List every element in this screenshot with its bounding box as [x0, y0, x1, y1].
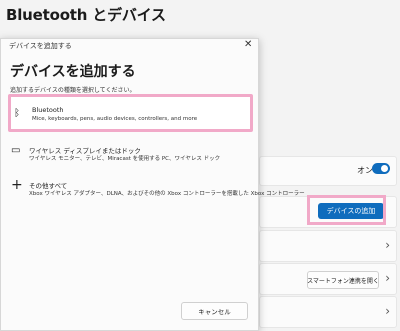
- page-title: Bluetooth とデバイス: [6, 6, 166, 24]
- chevron-right-icon: ›: [385, 304, 390, 318]
- bluetooth-toggle[interactable]: [372, 163, 390, 174]
- dialog-subtitle: 追加するデバイスの種類を選択してください。: [10, 87, 136, 94]
- open-phone-link-button[interactable]: スマートフォン連携を開く: [307, 271, 379, 289]
- option-description: Mice, keyboards, pens, audio devices, co…: [32, 116, 198, 122]
- dialog-titlebar: デバイスを追加する: [9, 42, 72, 50]
- phone-link-row: スマートフォン連携を開く ›: [259, 263, 397, 295]
- bluetooth-icon: ᛒ: [14, 108, 20, 119]
- add-device-highlight: [307, 195, 386, 225]
- option-bluetooth[interactable]: ᛒ Bluetooth Mice, keyboards, pens, audio…: [8, 94, 253, 132]
- cancel-button[interactable]: キャンセル: [181, 302, 248, 320]
- plus-icon: +: [11, 177, 23, 193]
- toggle-knob: [381, 165, 388, 172]
- settings-row[interactable]: ›: [259, 296, 397, 328]
- monitor-icon: ▭: [11, 145, 21, 156]
- toggle-state-label: オン: [357, 166, 373, 175]
- option-description: Xbox ワイヤレス アダプター、DLNA、およびその他の Xbox コントロー…: [29, 191, 305, 197]
- option-everything-else[interactable]: + その他すべて Xbox ワイヤレス アダプター、DLNA、およびその他の X…: [8, 177, 305, 203]
- option-description: ワイヤレス モニター、テレビ、Miracast を使用する PC、ワイヤレス ド…: [29, 156, 221, 162]
- option-title: Bluetooth: [32, 106, 64, 114]
- add-device-dialog: デバイスを追加する ✕ デバイスを追加する 追加するデバイスの種類を選択してくだ…: [0, 38, 305, 331]
- chevron-right-icon: ›: [385, 238, 390, 252]
- settings-row[interactable]: ›: [259, 230, 397, 262]
- dialog-heading: デバイスを追加する: [10, 64, 136, 80]
- chevron-right-icon: ›: [385, 271, 390, 285]
- close-icon[interactable]: ✕: [244, 39, 252, 50]
- option-wireless-display[interactable]: ▭ ワイヤレス ディスプレイまたはドック ワイヤレス モニター、テレビ、Mira…: [8, 142, 253, 168]
- bluetooth-toggle-row: オン: [259, 156, 397, 186]
